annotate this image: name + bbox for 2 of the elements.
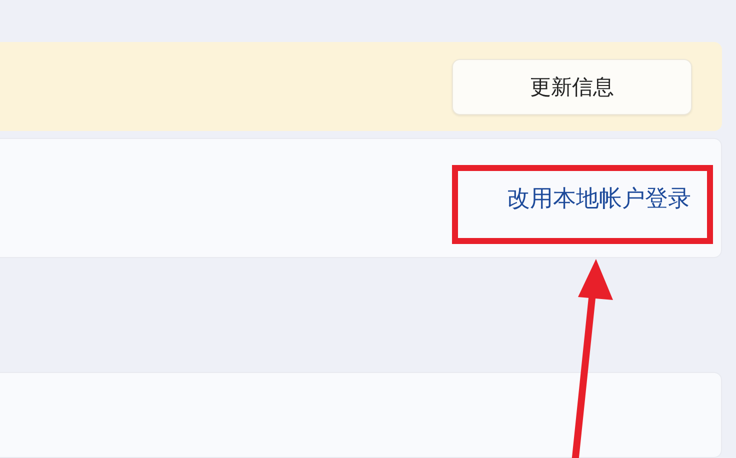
local-account-link[interactable]: 改用本地帐户登录	[507, 182, 691, 214]
update-info-button[interactable]: 更新信息	[452, 58, 692, 115]
